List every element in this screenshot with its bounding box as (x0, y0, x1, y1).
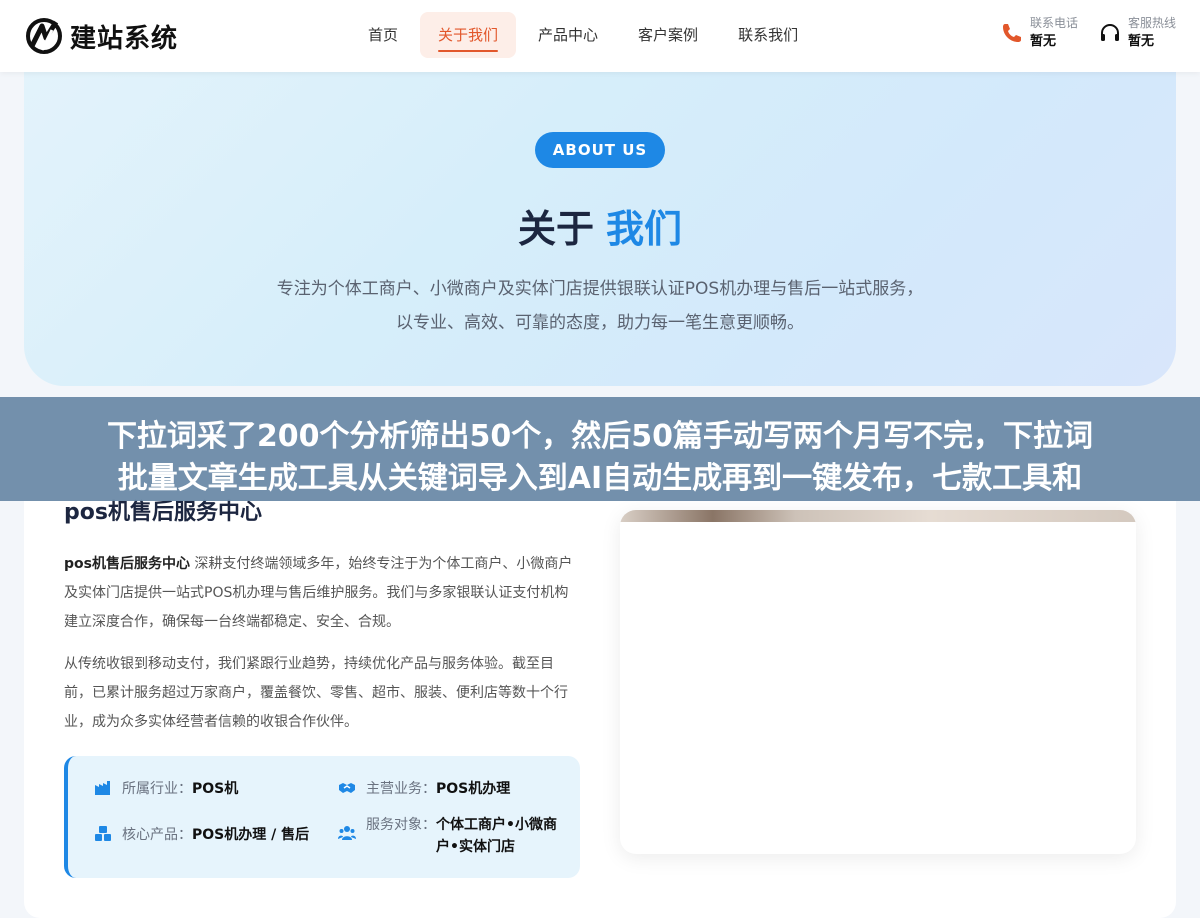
contact-phone-value: 暂无 (1030, 34, 1057, 49)
main-nav: 首页 关于我们 产品中心 客户案例 联系我们 (350, 12, 820, 58)
info-industry-label: 所属行业： (122, 781, 192, 797)
info-business-label: 主营业务： (366, 781, 436, 797)
info-business: 主营业务： POS机办理 (338, 778, 510, 800)
overlay-banner: 下拉词采了200个分析筛出50个，然后50篇手动写两个月写不完，下拉词 批量文章… (0, 397, 1200, 501)
phone-icon (1003, 24, 1021, 42)
info-business-value: POS机办理 (436, 781, 511, 797)
users-icon (338, 826, 356, 840)
info-product-value: POS机办理 / 售后 (192, 827, 310, 843)
hero-section: ABOUT US 关于 我们 专注为个体工商户、小微商户及实体门店提供银联认证PO… (24, 72, 1176, 386)
headset-icon (1101, 24, 1119, 41)
contact-service-label: 客服热线 (1128, 16, 1177, 30)
hero-desc-line1: 专注为个体工商户、小微商户及实体门店提供银联认证POS机办理与售后一站式服务， (276, 279, 924, 299)
info-target: 服务对象： 个体工商户•小微商户•实体门店 (338, 814, 568, 858)
about-image (620, 510, 1136, 522)
page-title-part1: 关于 (517, 207, 594, 251)
logo-text: 建站系统 (70, 23, 179, 54)
company-info-box: 所属行业： POS机 主营业务： POS机办理 核心产品： POS机办理 / 售… (64, 756, 580, 878)
info-product-label: 核心产品： (122, 827, 192, 843)
factory-icon (95, 781, 110, 795)
logo[interactable]: 建站系统 (24, 14, 178, 58)
banner-line-2: 批量文章生成工具从关键词导入到AI自动生成再到一键发布，七款工具和 (117, 461, 1083, 496)
contact-service-value: 暂无 (1128, 34, 1155, 49)
info-target-value: 个体工商户•小微商户•实体门店 (436, 817, 557, 855)
contact-service[interactable]: 客服热线 暂无 (1098, 14, 1176, 52)
info-product: 核心产品： POS机办理 / 售后 (94, 824, 309, 846)
cubes-icon (95, 826, 111, 841)
about-us-badge: ABOUT US (535, 132, 665, 168)
nav-cases[interactable]: 客户案例 (620, 12, 716, 58)
banner-line-1: 下拉词采了200个分析筛出50个，然后50篇手动写两个月写不完，下拉词 (106, 419, 1094, 454)
intro-paragraph-2: 从传统收银到移动支付，我们紧跟行业趋势，持续优化产品与服务体验。截至目前，已累计… (64, 656, 568, 730)
info-industry: 所属行业： POS机 (94, 778, 238, 800)
info-target-label: 服务对象： (366, 817, 436, 833)
info-industry-value: POS机 (192, 781, 239, 797)
handshake-icon (339, 783, 355, 793)
page-title: 关于 我们 (24, 198, 1176, 253)
contact-phone[interactable]: 联系电话 暂无 (1000, 14, 1078, 52)
hero-desc-line2: 以专业、高效、可靠的态度，助力每一笔生意更顺畅。 (396, 313, 804, 333)
nav-contact[interactable]: 联系我们 (720, 12, 816, 58)
page-title-part2: 我们 (606, 207, 683, 251)
hero-description: 专注为个体工商户、小微商户及实体门店提供银联认证POS机办理与售后一站式服务， … (24, 272, 1176, 340)
site-header: 建站系统 首页 关于我们 产品中心 客户案例 联系我们 联系电话 暂无 客服热线… (0, 0, 1200, 72)
nav-about[interactable]: 关于我们 (420, 12, 517, 58)
nav-products[interactable]: 产品中心 (520, 12, 616, 58)
logo-icon (26, 18, 62, 54)
intro-company-name: pos机售后服务中心 (64, 556, 190, 572)
intro-paragraph-1: pos机售后服务中心 深耕支付终端领域多年，始终专注于为个体工商户、小微商户及实… (64, 550, 578, 637)
about-image-card (620, 510, 1136, 854)
contact-phone-label: 联系电话 (1030, 16, 1079, 30)
nav-home[interactable]: 首页 (350, 12, 416, 58)
